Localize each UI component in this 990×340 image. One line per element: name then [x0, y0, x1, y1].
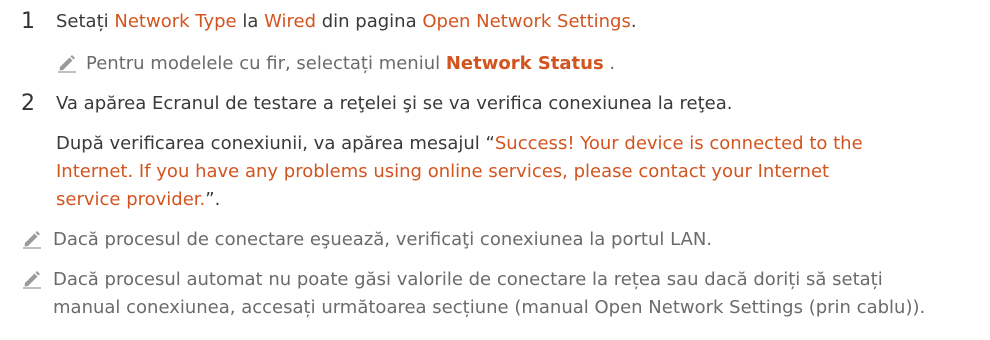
- success-message-part-1: Success! Your device is connected to the: [494, 133, 863, 154]
- pencil-note-icon: [58, 55, 76, 73]
- step-1-text: Setați Network Type la Wired din pagina …: [56, 10, 637, 34]
- note-1-text-b: .: [603, 53, 616, 74]
- note-1-text: Pentru modelele cu fir, selectați meniul…: [86, 52, 615, 76]
- step-number-1: 1: [21, 9, 35, 34]
- step-1-text-c: din pagina: [316, 11, 423, 32]
- open-network-settings-term: Open Network Settings: [422, 11, 631, 32]
- note-3-line-2: manual conexiunea, accesați următoarea s…: [53, 297, 926, 318]
- manual-page: 1 Setați Network Type la Wired din pagin…: [0, 0, 990, 340]
- pencil-note-icon: [23, 271, 41, 289]
- wired-term: Wired: [264, 11, 317, 32]
- network-status-term: Network Status: [445, 53, 604, 74]
- note-1-text-a: Pentru modelele cu fir, selectați meniul: [86, 53, 446, 74]
- step-1-text-b: la: [236, 11, 265, 32]
- step-2-line-1: Va apărea Ecranul de testare a reţelei ş…: [56, 93, 733, 114]
- step-2-line-2: După verificarea conexiunii, va apărea m…: [56, 132, 863, 156]
- network-type-term: Network Type: [114, 11, 237, 32]
- step-1-text-a: Setați: [56, 11, 115, 32]
- note-2-text: Dacă procesul de conectare eşuează, veri…: [53, 229, 713, 250]
- step-2-line-4: service provider.”.: [56, 188, 220, 212]
- success-message-part-3: service provider.: [56, 189, 206, 210]
- step-1-text-d: .: [630, 11, 637, 32]
- note-3-line-1: Dacă procesul automat nu poate găsi valo…: [53, 269, 883, 290]
- step-number-2: 2: [21, 91, 35, 116]
- success-message-part-2: Internet. If you have any problems using…: [56, 161, 830, 182]
- step-2-suffix: ”.: [205, 189, 221, 210]
- step-2-prefix: După verificarea conexiunii, va apărea m…: [56, 133, 495, 154]
- pencil-note-icon: [23, 231, 41, 249]
